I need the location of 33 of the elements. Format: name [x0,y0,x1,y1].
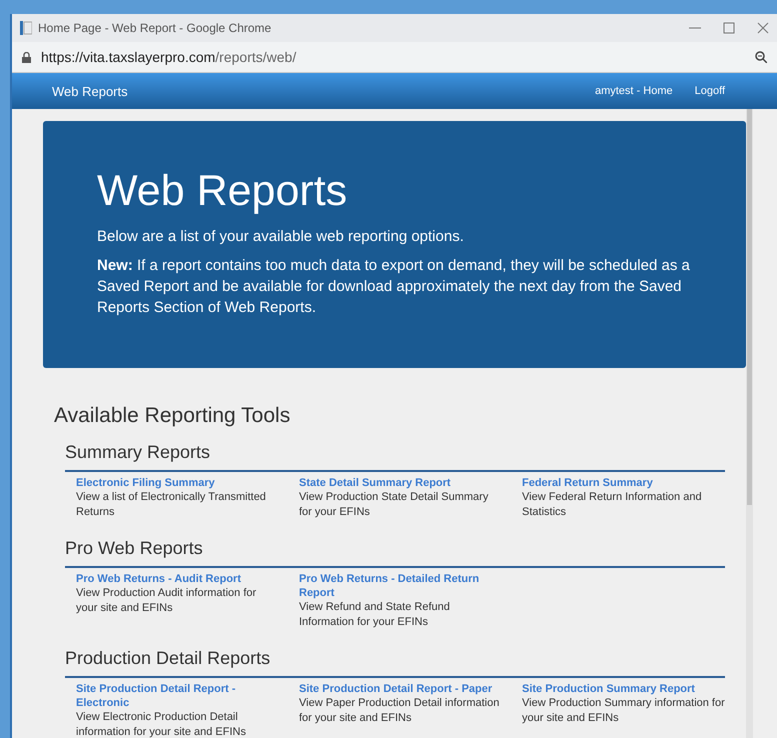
report-description: View a list of Electronically Transmitted Returns [76,490,267,520]
report-description: View Production Summary information for your site and EFINs [522,696,725,726]
maximize-icon[interactable] [723,22,735,34]
notice-text: New: If a report contains too much data to export on demand, they will be scheduled as a Saved Report and be available for download approximately the next day from the Saved Reports Section of Web Reports. [97,256,691,318]
report-description: View Production State Detail Summary for your EFINs [299,490,490,520]
report-description: View Federal Return Information and Statistics [522,490,703,520]
report-description: View Paper Production Detail information for your site and EFINs [299,696,500,726]
report-description: View Production Audit information for your site and EFINs [76,586,258,616]
report-description: View Electronic Production Detail information for your site and EFINs [76,710,247,738]
page-icon [20,21,32,35]
page-heading: Available Reporting Tools [54,404,292,428]
window-title: Home Page - Web Report - Google Chrome [38,21,272,35]
nav-link[interactable]: amytest - Home [594,85,673,97]
report-link[interactable]: Pro Web Returns - Detailed Return Report [299,572,502,600]
report-link[interactable]: Site Production Detail Report - Paper [299,682,492,696]
report-link[interactable]: Pro Web Returns - Audit Report [76,572,241,586]
report-link[interactable]: Site Production Summary Report [522,682,695,696]
report-link[interactable]: Electronic Filing Summary [76,476,215,490]
zoom-icon[interactable] [755,51,767,63]
section-heading: Production Detail Reports [65,648,272,670]
scrollbar[interactable] [746,109,753,738]
section-heading: Pro Web Reports [65,538,204,560]
report-link[interactable]: Site Production Detail Report - Electronic [76,682,279,710]
nav-link[interactable]: Logoff [694,85,725,97]
intro-text: Below are a list of your available web reporting options. [97,227,465,247]
brand-link[interactable]: Web Reports [52,84,595,98]
report-link[interactable]: State Detail Summary Report [299,476,451,490]
report-description: View Refund and State Refund Information for your EFINs [299,600,451,630]
hero-title: Web Reports [97,167,348,216]
lock-icon [22,52,31,62]
close-icon[interactable] [757,22,769,34]
report-link[interactable]: Federal Return Summary [522,476,653,490]
section-heading: Summary Reports [65,442,212,464]
